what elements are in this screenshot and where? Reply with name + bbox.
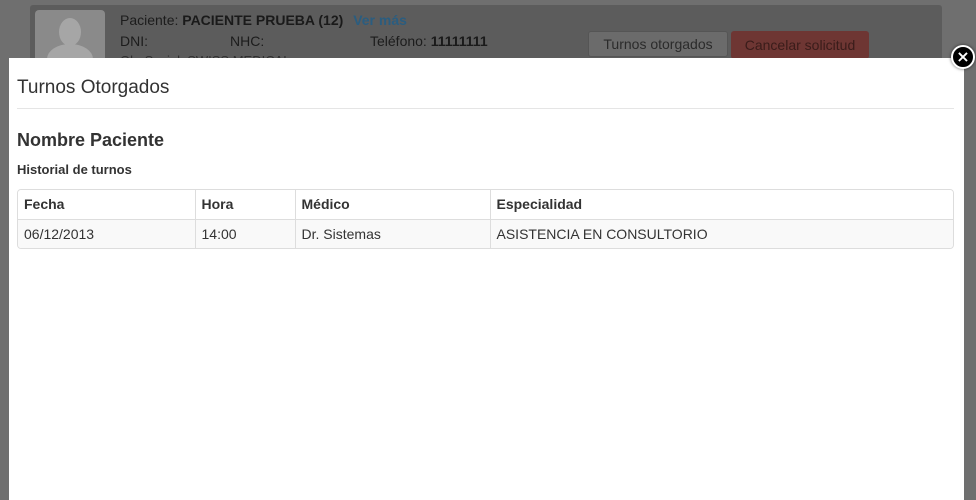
column-header-medico: Médico <box>294 190 490 219</box>
turnos-modal: Turnos Otorgados Nombre Paciente Histori… <box>9 58 964 500</box>
cancel-request-button[interactable]: Cancelar solicitud <box>731 31 869 59</box>
cell-hora: 14:00 <box>194 218 295 248</box>
cell-fecha: 06/12/2013 <box>18 218 195 248</box>
column-header-fecha: Fecha <box>18 190 195 219</box>
table-header-row: Fecha Hora Médico Especialidad <box>18 190 953 219</box>
history-title: Historial de turnos <box>17 162 132 177</box>
see-more-link[interactable]: Ver más <box>353 12 407 28</box>
patient-header-card: Paciente: PACIENTE PRUEBA (12) Ver más D… <box>30 5 942 68</box>
phone-label: Teléfono: <box>370 33 427 49</box>
column-header-hora: Hora <box>194 190 295 219</box>
modal-patient-name: Nombre Paciente <box>17 130 165 150</box>
table-row: 06/12/2013 14:00 Dr. Sistemas ASISTENCIA… <box>18 218 953 248</box>
column-header-especialidad: Especialidad <box>489 190 953 219</box>
cell-especialidad: ASISTENCIA EN CONSULTORIO <box>489 218 953 248</box>
nhc-label: NHC: <box>230 33 265 49</box>
phone-field: Teléfono: 11111111 <box>370 33 488 49</box>
patient-name: PACIENTE PRUEBA (12) <box>182 12 344 28</box>
phone-value: 11111111 <box>430 33 488 49</box>
close-icon[interactable]: × <box>951 45 975 69</box>
avatar-head-icon <box>59 18 81 46</box>
patient-label: Paciente: <box>120 12 179 28</box>
dni-label: DNI: <box>120 33 148 49</box>
patient-info-line: Paciente: PACIENTE PRUEBA (12) Ver más <box>120 12 407 28</box>
history-table: Fecha Hora Médico Especialidad 06/12/201… <box>17 189 954 249</box>
modal-header: Turnos Otorgados <box>17 58 954 109</box>
turnos-otorgados-button[interactable]: Turnos otorgados <box>588 31 728 57</box>
modal-title: Turnos Otorgados <box>17 77 170 98</box>
cell-medico: Dr. Sistemas <box>294 218 490 248</box>
